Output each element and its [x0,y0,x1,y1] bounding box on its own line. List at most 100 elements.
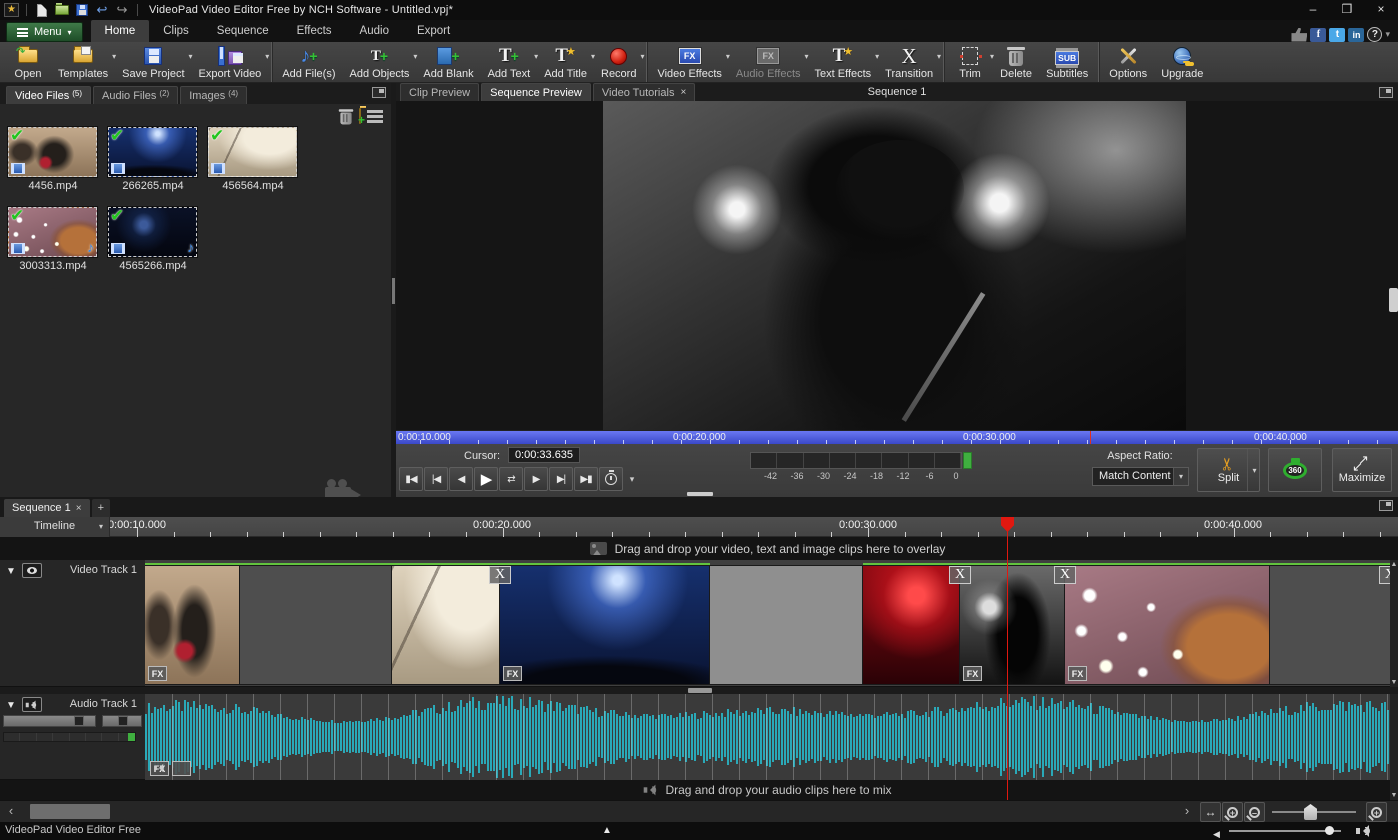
transition-badge[interactable]: X [1054,566,1076,584]
save-project-button[interactable]: ▾Save Project [115,42,191,82]
track-mute-toggle[interactable] [22,697,42,712]
collapse-track-icon[interactable]: ▼ [6,700,16,711]
audio-effects-button[interactable]: FX▾Audio Effects [729,42,808,82]
zoom-selection-button[interactable]: + [1222,802,1243,822]
menu-button[interactable]: Menu ▾ [6,22,83,42]
audio-clip-waveform[interactable]: FX [145,694,1390,780]
clip-thumbnail[interactable]: ✔ [8,127,97,177]
timeline-video-clip[interactable] [240,566,392,684]
timeline-view-select[interactable]: Timeline ▾ [0,517,110,537]
audio-volume-badge[interactable] [172,761,191,776]
clip-thumbnail[interactable]: ✔ [208,127,297,177]
step-back-button[interactable]: ◀ [449,467,473,491]
media-tab-audio-files[interactable]: Audio Files(2) [93,86,178,104]
undo-icon[interactable]: ↩ [94,3,110,18]
like-icon[interactable] [1291,28,1307,42]
clip-thumbnail[interactable]: ✔ [108,127,197,177]
media-clip-item[interactable]: ✔266265.mp4 [108,127,208,207]
add-folder-icon[interactable]: + [359,109,361,123]
track-splitter[interactable] [0,687,1398,694]
three-sixty-button[interactable]: 360 [1268,448,1322,492]
preview-tab-clip-preview[interactable]: Clip Preview [400,83,479,101]
timeline-zoom-slider[interactable] [1272,811,1356,813]
transition-badge[interactable]: X [489,566,511,584]
add-title-button[interactable]: T★▾Add Title [537,42,594,82]
ribbon-tab-audio[interactable]: Audio [346,20,403,42]
scrollbar-thumb[interactable] [30,804,110,819]
zoom-slider-knob[interactable] [1304,804,1317,820]
zoom-in-button[interactable]: + [1366,802,1387,822]
open-button[interactable]: ↷Open [5,42,51,82]
timeline-ruler[interactable]: Timeline ▾ 0:00:10.0000:00:20.0000:00:30… [0,517,1398,537]
ribbon-tab-clips[interactable]: Clips [149,20,203,42]
media-clip-item[interactable]: ✔♪4565266.mp4 [108,207,208,287]
clip-thumbnail[interactable]: ✔♪ [8,207,97,257]
split-button[interactable]: ✂ Split ▾ [1197,448,1260,492]
timeline-video-clip[interactable]: X [863,566,960,684]
ribbon-tab-home[interactable]: Home [91,20,150,42]
clip-fx-badge[interactable]: FX [963,666,982,681]
skip-to-end-button[interactable]: ▶▮ [574,467,598,491]
help-icon[interactable]: ? [1367,27,1382,42]
timeline-video-clip[interactable]: FX [145,566,240,684]
delete-clip-icon[interactable] [340,112,351,124]
timeline-video-clip[interactable] [710,566,863,684]
add-objects-button[interactable]: T+▾Add Objects [343,42,417,82]
chevron-down-icon[interactable]: ▾ [640,52,644,61]
ribbon-tab-effects[interactable]: Effects [283,20,346,42]
add-blank-button[interactable]: +Add Blank [416,42,480,82]
detach-panel-icon[interactable] [1379,87,1393,98]
minimize-button[interactable]: – [1296,0,1330,20]
transition-badge[interactable]: X [1379,566,1390,584]
delete-button[interactable]: Delete [993,42,1039,82]
step-forward-button[interactable]: ▶ [524,467,548,491]
expand-up-icon[interactable]: ▲ [602,822,612,839]
aspect-ratio-select[interactable]: Match Content ▾ [1092,467,1189,486]
preview-seek-bar[interactable]: 0:00:10.0000:00:20.0000:00:30.0000:00:40… [396,430,1398,444]
export-video-button[interactable]: ▾Export Video [192,42,269,82]
track-visibility-toggle[interactable] [22,563,42,578]
audio-track-scrollbar[interactable]: ▼ [1390,694,1398,800]
next-frame-button[interactable]: ▶| [549,467,573,491]
options-button[interactable]: Options [1102,42,1154,82]
media-clip-item[interactable]: ✔♪3003313.mp4 [8,207,108,287]
preview-tab-video-tutorials[interactable]: Video Tutorials× [593,83,695,101]
scroll-right-button[interactable]: › [1176,801,1198,823]
detach-panel-icon[interactable] [372,87,386,98]
media-clip-item[interactable]: ✔4456.mp4 [8,127,108,207]
speaker-icon[interactable] [1356,825,1370,837]
timeline-video-clip[interactable]: FX [500,566,710,684]
clip-fx-badge[interactable]: FX [1068,666,1087,681]
add-text-button[interactable]: T+▾Add Text [481,42,538,82]
ribbon-tab-export[interactable]: Export [403,20,464,42]
media-panel-scroll-nub[interactable] [1389,288,1398,312]
twitter-icon[interactable]: t [1329,28,1345,42]
skip-to-start-button[interactable]: ▮◀ [399,467,423,491]
trim-button[interactable]: ▾Trim [947,42,993,82]
close-icon[interactable]: × [76,503,82,514]
clip-thumbnail[interactable]: ✔♪ [108,207,197,257]
timeline-video-clip[interactable]: X [392,566,500,684]
open-icon[interactable] [54,3,70,18]
ribbon-tab-sequence[interactable]: Sequence [203,20,283,42]
timeline-playhead[interactable] [1007,517,1008,800]
detach-panel-icon[interactable] [1379,500,1393,511]
timeline-video-clip[interactable]: FX [1065,566,1270,684]
playback-rate-dropdown[interactable]: ▾ [624,467,640,491]
clip-fx-badge[interactable]: FX [148,666,167,681]
split-dropdown[interactable]: ▾ [1247,449,1261,491]
templates-button[interactable]: ▾Templates [51,42,115,82]
add-file-s--button[interactable]: ♪+Add File(s) [275,42,342,82]
play-button[interactable]: ▶ [474,467,498,491]
zoom-fit-button[interactable]: ↔ [1200,802,1221,822]
panel-resize-grip[interactable] [687,492,713,496]
tab-sequence-1[interactable]: Sequence 1 × [4,499,90,517]
transition-badge[interactable]: X [949,566,971,584]
linkedin-icon[interactable]: in [1348,28,1364,42]
clip-fx-badge[interactable]: FX [503,666,522,681]
transition-button[interactable]: X▾Transition [878,42,940,82]
media-clip-item[interactable]: ✔456564.mp4 [208,127,308,207]
previous-frame-button[interactable]: |◀ [424,467,448,491]
chevron-down-icon[interactable]: ▾ [265,52,269,61]
facebook-icon[interactable]: f [1310,28,1326,42]
